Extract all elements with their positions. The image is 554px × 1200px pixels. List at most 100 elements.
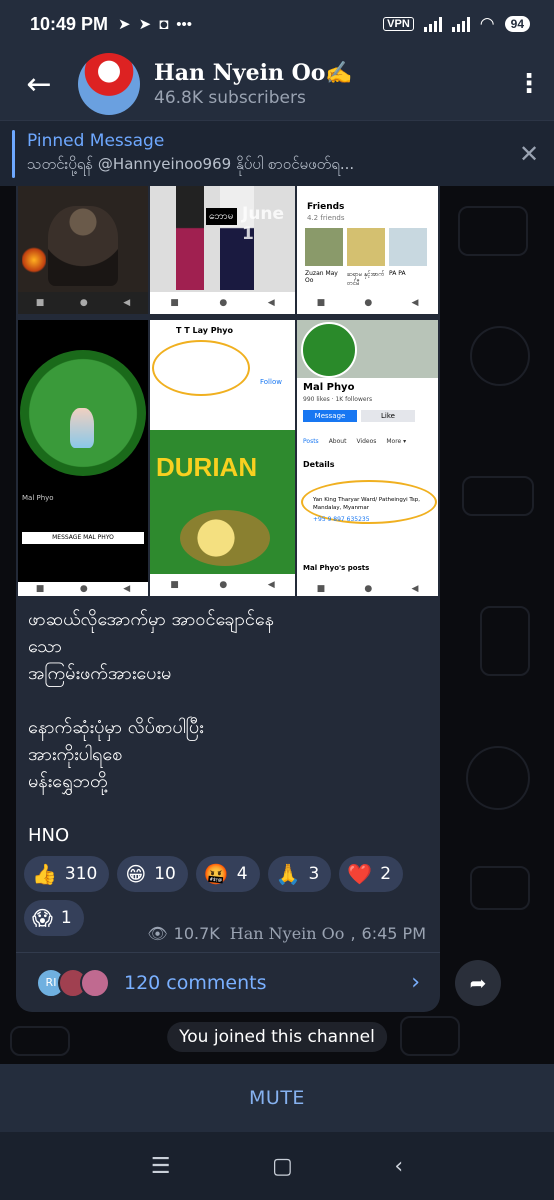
reaction-count: 10	[154, 864, 176, 884]
photo-date: June 1	[242, 204, 285, 244]
comment-action: Comment	[65, 568, 96, 575]
photo-tile[interactable]: Mal Phyo 990 likes · 1K followers Messag…	[297, 320, 438, 596]
chat-header: ← Han Nyein Oo✍️ 46.8K subscribers ⋮	[0, 48, 554, 120]
background-doodle	[466, 746, 530, 810]
page-tabs: Posts About Videos More ▾	[303, 438, 406, 445]
share-icon[interactable]: ➦	[455, 960, 501, 1006]
reaction-scream[interactable]: 😱 1	[24, 900, 84, 936]
chevron-right-icon: ›	[411, 970, 420, 995]
reaction-count: 3	[308, 864, 320, 884]
reaction-heart[interactable]: ❤️ 2	[339, 856, 404, 892]
photo-tile[interactable]: ■ ● ◀	[18, 186, 148, 314]
comments-button[interactable]: RI 120 comments ›	[16, 952, 440, 1012]
back-arrow-icon[interactable]: ←	[0, 67, 78, 102]
reaction-pray[interactable]: 🙏 3	[267, 856, 332, 892]
post-time: 6:45 PM	[361, 924, 426, 943]
friend-name: ဆရာမ နှင့်အာက် တင်မီ	[347, 271, 385, 287]
message-page-button: MESSAGE MAL PHYO	[22, 532, 144, 544]
vpn-badge: VPN	[383, 17, 414, 31]
battery-icon: 94	[504, 16, 530, 32]
recents-icon[interactable]: ☰	[151, 1154, 171, 1179]
reaction-count: 4	[236, 864, 248, 884]
friend-name: PA PA	[389, 270, 406, 277]
pinned-message-bar[interactable]: Pinned Message သတင်းပို့ရန် @Hannyeinoo9…	[0, 120, 554, 186]
details-heading: Details	[303, 460, 335, 469]
friends-heading: Friends	[307, 202, 345, 212]
reaction-angry[interactable]: 🤬 4	[195, 856, 260, 892]
background-doodle	[400, 1016, 460, 1056]
background-doodle	[10, 1026, 70, 1056]
friend-name: Zuzan May Oo	[305, 270, 338, 284]
photo-tile[interactable]: Mal Phyo MESSAGE MAL PHYO Like Comment S…	[18, 320, 148, 596]
friend-photo	[347, 228, 385, 266]
message-button: Message	[303, 410, 357, 422]
tab-more: More ▾	[386, 438, 407, 445]
signal-icon	[423, 16, 442, 32]
home-icon[interactable]: ▢	[272, 1154, 293, 1179]
notification-icons: ➤ ➤ ◘ •••	[118, 15, 193, 34]
durian-fruit-image	[180, 510, 270, 566]
phone-text: +95 9 897 635235	[313, 516, 370, 523]
tab-about: About	[328, 438, 347, 445]
pinned-indicator	[12, 129, 15, 178]
friends-meta: 4.2 friends	[307, 214, 345, 222]
photo-tile[interactable]: Friends 4.2 friends Zuzan May Oo ဆရာမ နှ…	[297, 186, 438, 314]
highlight-circle	[152, 340, 250, 396]
view-count: 10.7K	[173, 924, 220, 943]
reaction-count: 2	[380, 864, 392, 884]
caption-signature: HNO	[28, 825, 70, 846]
like-action: Like	[32, 568, 45, 575]
background-doodle	[480, 606, 530, 676]
more-notifications-icon: •••	[176, 15, 193, 33]
grin-icon: 😁	[125, 862, 147, 886]
eye-icon: 👁	[147, 924, 168, 943]
friend-photo	[389, 228, 427, 266]
clock: 10:49 PM	[30, 13, 109, 34]
person-image	[176, 186, 204, 290]
post-caption: ဖာဆယ်လိုအောက်မှာ အာဝင်ချောင်နေ သော အကြမ်…	[28, 606, 428, 849]
wifi-icon: ◠	[479, 14, 495, 33]
channel-post[interactable]: ■ ● ◀ ဘောမ June 1 ■ ● ◀ Friends 4.2 friends …	[16, 186, 440, 1012]
subscriber-count: 46.8K subscribers	[154, 88, 306, 108]
close-icon[interactable]: ✕	[504, 140, 554, 168]
post-author: Han Nyein Oo	[229, 924, 345, 943]
chat-area[interactable]: ■ ● ◀ ဘောမ June 1 ■ ● ◀ Friends 4.2 friends …	[0, 186, 554, 1064]
channel-info[interactable]: Han Nyein Oo✍️ 46.8K subscribers	[154, 60, 353, 108]
page-name: Mal Phyo	[22, 494, 54, 502]
pinned-title: Pinned Message	[27, 130, 165, 151]
photo-tile[interactable]: T T Lay Phyo Follow DURIAN ■ ● ◀	[150, 320, 295, 596]
thumbs-up-icon: 👍	[32, 862, 57, 886]
background-doodle	[458, 206, 528, 256]
durian-title: DURIAN	[156, 452, 258, 482]
service-message: You joined this channel	[167, 1022, 387, 1052]
angry-face-icon: 🤬	[203, 862, 229, 886]
background-doodle	[470, 866, 530, 910]
mute-button[interactable]: MUTE	[0, 1064, 554, 1132]
back-icon[interactable]: ‹	[394, 1154, 403, 1179]
profile-logo-image	[301, 322, 357, 378]
caption-paragraph: နောက်ဆုံးပုံမှာ လိပ်စာပါပြီး အားကိုးပါရစ…	[28, 717, 204, 792]
like-button: Like	[361, 410, 415, 422]
photo-tag: ဘောမ	[206, 208, 237, 225]
reaction-count: 1	[60, 908, 72, 928]
page-name: Mal Phyo	[303, 382, 355, 393]
fire-image	[22, 246, 46, 274]
channel-avatar[interactable]	[78, 53, 140, 115]
comments-count: 120 comments	[124, 971, 267, 994]
reaction-thumbs-up[interactable]: 👍 310	[24, 856, 110, 892]
reaction-grin[interactable]: 😁 10	[117, 856, 188, 892]
page-stats: 990 likes · 1K followers	[303, 396, 373, 403]
pinned-text: သတင်းပို့ရန် @Hannyeinoo969 နိုပ်ပါ စာဝင…	[27, 154, 355, 173]
tab-posts: Posts	[303, 438, 319, 445]
more-menu-icon[interactable]: ⋮	[504, 69, 554, 99]
reaction-count: 310	[64, 864, 98, 884]
scream-icon: 😱	[32, 906, 53, 930]
tab-videos: Videos	[356, 438, 377, 445]
friend-photo	[305, 228, 343, 266]
post-meta: 👁 10.7K Han Nyein Oo, 6:45 PM	[147, 924, 426, 943]
logo-figure-image	[70, 408, 94, 448]
post-actions: Like Comment Share	[22, 568, 144, 575]
commenter-avatar	[80, 967, 110, 998]
photo-tile[interactable]: ဘောမ June 1 ■ ● ◀	[150, 186, 295, 314]
pray-icon: 🙏	[275, 862, 301, 886]
